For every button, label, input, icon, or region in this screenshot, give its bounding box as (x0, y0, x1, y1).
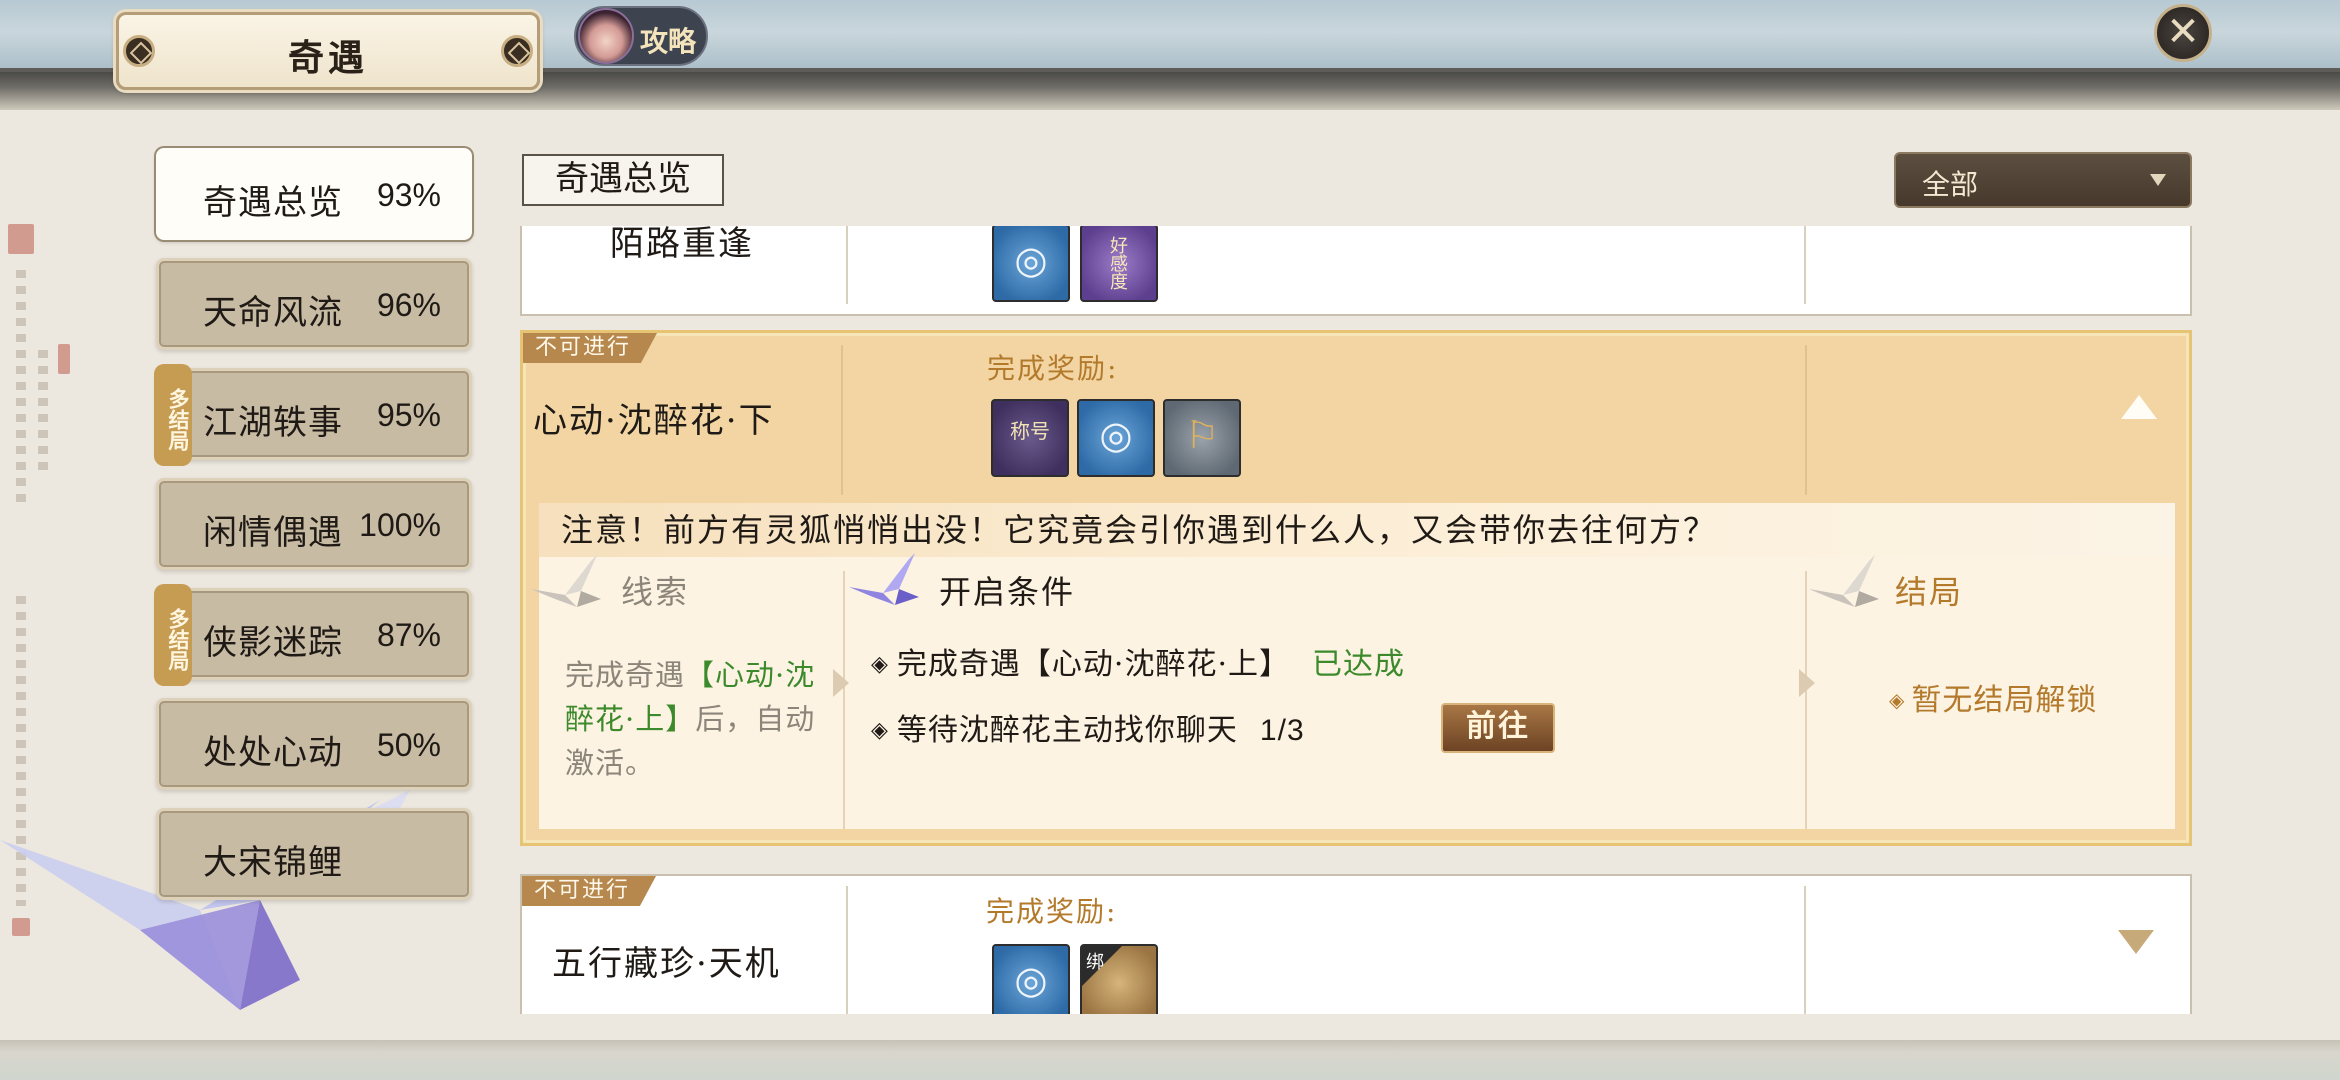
encounter-list[interactable]: 陌路重逢 ◎ 好感度 不可进行 心动·沈醉花·下 完成奖励: 称号 ◎ ⚐ 注意… (520, 226, 2196, 1014)
ending-text: 暂无结局解锁 (1911, 683, 2098, 718)
reward-item-favor-icon[interactable]: 好感度 (1080, 226, 1158, 302)
bottom-decoration (0, 1040, 2340, 1080)
sidebar-item-leisure-encounters[interactable]: 闲情偶遇 100% (156, 478, 472, 570)
encounter-name: 心动·沈醉花·下 (533, 401, 775, 441)
collapse-arrow-icon[interactable] (2121, 395, 2157, 419)
sidebar-item-heartbeats[interactable]: 处处心动 50% (156, 698, 472, 790)
sidebar-item-label: 江湖轶事 (203, 403, 343, 443)
seal-stamp-icon (8, 224, 34, 254)
encounter-detail: 线索 完成奇遇【心动·沈醉花·上】后，自动激活。 开启条件 ◈ 完成奇遇【心动·沈… (531, 553, 2175, 829)
condition-status: 已达成 (1312, 647, 1405, 682)
clue-description: 完成奇遇【心动·沈醉花·上】后，自动激活。 (565, 653, 827, 785)
chevron-right-icon (833, 669, 849, 697)
seal-stamp-icon (58, 344, 70, 374)
clue-heading: 线索 (621, 573, 690, 611)
column-divider (846, 226, 848, 304)
paper-crane-icon (531, 555, 601, 607)
title-label: 称号 (1010, 419, 1050, 443)
condition-progress: 1/3 (1259, 714, 1305, 747)
sidebar-item-label: 侠影迷踪 (203, 623, 343, 663)
reward-item-bound-icon[interactable]: 绑 (1080, 944, 1158, 1014)
multi-ending-badge: 多结局 (154, 364, 192, 466)
multi-ending-badge: 多结局 (154, 584, 192, 686)
condition-item: ◈ 等待沈醉花主动找你聊天 1/3 (871, 705, 1305, 749)
sidebar-item-percent: 96% (376, 287, 441, 323)
reward-item-ring-icon[interactable]: ◎ (992, 226, 1070, 302)
reward-item-ring-icon[interactable]: ◎ (992, 944, 1070, 1014)
go-button[interactable]: 前往 (1441, 703, 1555, 753)
column-divider (1804, 886, 1806, 1014)
sidebar-item-label: 大宋锦鲤 (203, 843, 343, 883)
reward-item-title-icon[interactable]: 称号 (991, 399, 1069, 477)
column-divider (1805, 345, 1807, 495)
column-divider (843, 571, 845, 829)
paper-crane-icon (1809, 555, 1879, 607)
reward-title: 完成奖励: (987, 352, 1119, 385)
encounter-card[interactable]: 陌路重逢 ◎ 好感度 (520, 226, 2192, 316)
title-plate: 奇遇 (116, 12, 540, 90)
ending-heading: 结局 (1895, 573, 1964, 611)
sidebar-item-label: 天命风流 (203, 293, 343, 333)
reward-item-token-icon[interactable]: ⚐ (1163, 399, 1241, 477)
encounter-name: 五行藏珍·天机 (552, 944, 781, 984)
guide-avatar-icon (578, 8, 634, 64)
clue-text-prefix: 完成奇遇 (565, 658, 686, 692)
sidebar-item-percent: 100% (359, 507, 441, 543)
sidebar-item-jianghu-anecdotes[interactable]: 江湖轶事 95% (156, 368, 472, 460)
condition-item: ◈ 完成奇遇【心动·沈醉花·上】 已达成 (871, 639, 1405, 683)
token-icon: ⚐ (1184, 413, 1220, 457)
condition-text: 等待沈醉花主动找你聊天 (896, 713, 1238, 748)
ring-icon: ◎ (1014, 958, 1048, 1002)
condition-text: 完成奇遇【心动·沈醉花·上】 (896, 647, 1290, 682)
page-title: 奇遇 (287, 37, 368, 79)
sidebar-item-percent: 50% (376, 727, 441, 763)
encounter-card[interactable]: 不可进行 五行藏珍·天机 完成奖励: ◎ 绑 (520, 874, 2192, 1014)
paper-crane-icon (849, 553, 919, 605)
guide-label: 攻略 (640, 25, 697, 58)
filter-value: 全部 (1922, 168, 1979, 201)
diamond-bullet-icon: ◈ (871, 652, 889, 677)
sidebar-item-percent: 95% (376, 397, 441, 433)
sidebar-item-song-koi[interactable]: 大宋锦鲤 (156, 808, 472, 900)
reward-item-ring-icon[interactable]: ◎ (1077, 399, 1155, 477)
encounter-name: 陌路重逢 (610, 226, 754, 264)
calligraphy-decoration (16, 270, 26, 510)
status-badge: 不可进行 (523, 333, 658, 363)
guide-button[interactable]: 攻略 (574, 6, 708, 66)
column-divider (841, 345, 843, 495)
encounter-notice: 注意！前方有灵狐悄悄出没！它究竟会引你遇到什么人，又会带你去往何方？ (539, 503, 2175, 557)
caret-down-icon (2150, 174, 2166, 186)
knot-ornament-icon (501, 35, 533, 67)
column-divider (1804, 226, 1806, 304)
condition-heading: 开启条件 (939, 573, 1076, 611)
close-button[interactable]: ✕ (2154, 4, 2212, 62)
ring-icon: ◎ (1014, 238, 1048, 282)
column-divider (846, 886, 848, 1014)
filter-dropdown[interactable]: 全部 (1894, 152, 2192, 208)
expand-arrow-icon[interactable] (2118, 930, 2154, 954)
encounter-card-expanded[interactable]: 不可进行 心动·沈醉花·下 完成奖励: 称号 ◎ ⚐ 注意！前方有灵狐悄悄出没！… (520, 330, 2192, 846)
sidebar-item-percent: 87% (376, 617, 441, 653)
sidebar-item-fate-romance[interactable]: 天命风流 96% (156, 258, 472, 350)
reward-title: 完成奖励: (986, 895, 1118, 928)
sidebar-item-percent: 93% (376, 177, 441, 213)
sidebar-item-overview[interactable]: 奇遇总览 93% (156, 148, 472, 240)
chevron-right-icon (1799, 669, 1815, 697)
close-icon: ✕ (2166, 9, 2200, 55)
diamond-bullet-icon: ◈ (871, 718, 889, 743)
sidebar-item-label: 奇遇总览 (203, 183, 343, 223)
calligraphy-decoration (38, 350, 48, 470)
status-badge: 不可进行 (522, 876, 657, 906)
bound-tag: 绑 (1086, 952, 1104, 973)
ending-status: ◈ 暂无结局解锁 (1889, 675, 2097, 719)
sidebar-item-hero-traces[interactable]: 侠影迷踪 87% (156, 588, 472, 680)
column-divider (1805, 571, 1807, 829)
sidebar-item-label: 处处心动 (203, 733, 343, 773)
sidebar-item-label: 闲情偶遇 (203, 513, 343, 553)
favor-label: 好感度 (1110, 236, 1128, 293)
diamond-bullet-icon: ◈ (1889, 688, 1906, 712)
ring-icon: ◎ (1099, 413, 1133, 457)
section-tab-overview[interactable]: 奇遇总览 (522, 154, 724, 206)
